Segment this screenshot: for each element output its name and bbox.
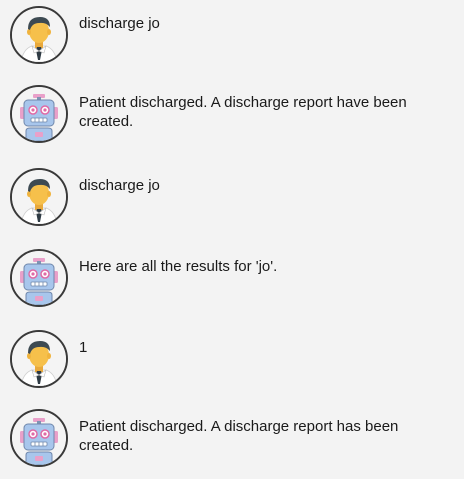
message-text: discharge jo — [79, 177, 160, 194]
chat-message-bot: Here are all the results for 'jo'. — [0, 249, 464, 319]
user-avatar-icon — [10, 168, 68, 226]
chat-transcript: discharge jo Patient discharged. A disch… — [0, 0, 464, 475]
robot-avatar-icon — [10, 85, 68, 143]
robot-avatar-icon — [10, 409, 68, 467]
message-text: Patient discharged. A discharge report h… — [79, 94, 411, 130]
robot-avatar-icon — [10, 249, 68, 307]
message-text: Patient discharged. A discharge report h… — [79, 418, 403, 454]
chat-message-user: discharge jo — [0, 168, 464, 238]
chat-message-bot: Patient discharged. A discharge report h… — [0, 409, 464, 479]
chat-message-user: discharge jo — [0, 6, 464, 76]
user-avatar-icon — [10, 330, 68, 388]
message-text: 1 — [79, 339, 88, 356]
user-avatar-icon — [10, 6, 68, 64]
message-text: Here are all the results for 'jo'. — [79, 258, 278, 275]
message-text: discharge jo — [79, 15, 160, 32]
chat-message-user: 1 — [0, 330, 464, 400]
chat-message-bot: Patient discharged. A discharge report h… — [0, 85, 464, 155]
